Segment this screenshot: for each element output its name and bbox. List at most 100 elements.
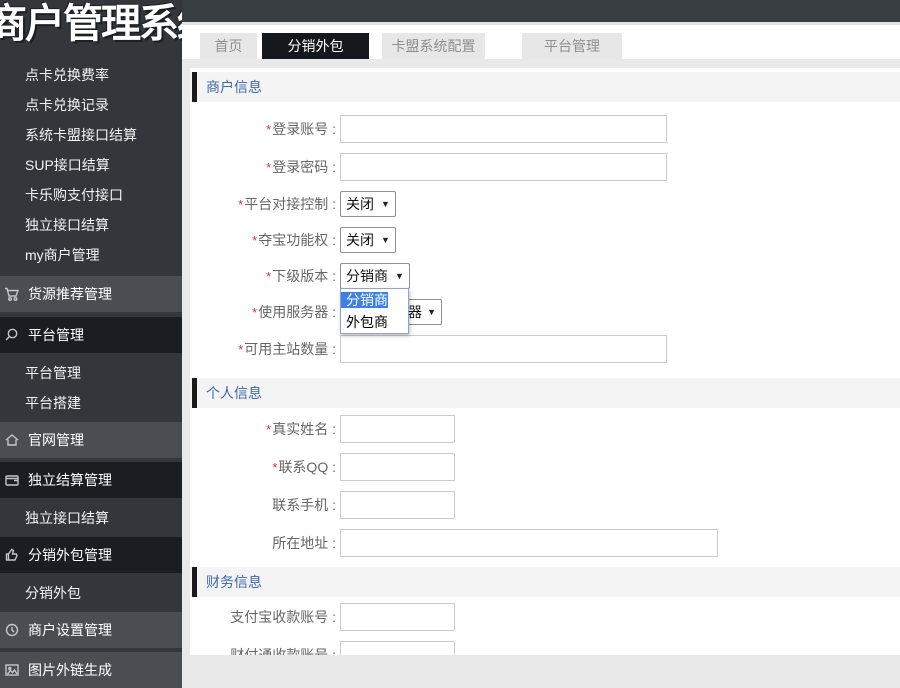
select-value: 关闭 (346, 196, 374, 212)
field-label: 财付通收款账号 : (230, 647, 336, 655)
field-label: 联系QQ : (278, 459, 336, 475)
form-row-login-password: *登录密码 : (190, 153, 900, 181)
sidebar-group-supply-recommend[interactable]: 货源推荐管理 (0, 276, 182, 312)
sidebar-item-card-exchange-records[interactable]: 点卡兑换记录 (0, 90, 182, 120)
required-marker: * (272, 460, 278, 475)
required-marker: * (266, 422, 272, 437)
select-value: 分销商 (346, 268, 388, 284)
section-title: 个人信息 (206, 385, 262, 401)
sidebar-item-independent-api-settlement[interactable]: 独立接口结算 (0, 210, 182, 240)
dropdown-option-distributor[interactable]: 分销商 (341, 292, 388, 308)
sidebar-group-platform-management[interactable]: 平台管理 (0, 317, 182, 353)
content-area: 商户信息 *登录账号 : *登录密码 : *平台对接控制 : 关闭 ▼ *夺宝功… (182, 59, 900, 688)
sidebar-group-distribution-outsourcing[interactable]: 分销外包管理 (0, 537, 182, 573)
app-logo: 商户管理系统 (0, 2, 182, 46)
sidebar-nav: 点卡兑换费率 点卡兑换记录 系统卡盟接口结算 SUP接口结算 卡乐购支付接口 独… (0, 60, 182, 688)
sidebar-group-merchant-settings[interactable]: 商户设置管理 (0, 612, 182, 648)
required-marker: * (266, 160, 272, 175)
form-row-sub-version: *下级版本 : 分销商 ▼ 分销商 外包商 (190, 263, 900, 334)
sidebar-group-official-site[interactable]: 官网管理 (0, 422, 182, 458)
tab-home[interactable]: 首页 (200, 33, 257, 59)
sidebar-item-kalegou-payment-api[interactable]: 卡乐购支付接口 (0, 180, 182, 210)
tab-kameng-system-config[interactable]: 卡盟系统配置 (382, 33, 485, 59)
field-label: 使用服务器 : (258, 304, 336, 320)
form-row-server-in-use: *使用服务器 : 服务器 ▼ (190, 299, 900, 325)
sub-version-dropdown-list: 分销商 外包商 (340, 288, 409, 334)
address-input[interactable] (340, 529, 718, 557)
sidebar-item-my-merchant-management[interactable]: my商户管理 (0, 240, 182, 270)
tab-strip: 首页 分销外包 卡盟系统配置 平台管理 (182, 22, 900, 59)
cart-icon (4, 286, 25, 302)
form-row-real-name: *真实姓名 : (190, 415, 900, 443)
section-accent-bar (192, 72, 197, 102)
search-icon (4, 327, 25, 343)
required-marker: * (238, 197, 244, 212)
form-row-treasure-function: *夺宝功能权 : 关闭 ▼ (190, 227, 900, 253)
form-panel: 商户信息 *登录账号 : *登录密码 : *平台对接控制 : 关闭 ▼ *夺宝功… (190, 68, 900, 655)
section-accent-bar (192, 378, 197, 408)
chevron-down-icon: ▼ (427, 307, 436, 317)
sidebar-group-image-link-generator[interactable]: 图片外链生成 (0, 652, 182, 688)
select-value: 关闭 (346, 232, 374, 248)
field-label: 登录账号 : (272, 121, 336, 137)
chevron-down-icon: ▼ (381, 199, 390, 209)
sidebar-item-card-exchange-rate[interactable]: 点卡兑换费率 (0, 60, 182, 90)
required-marker: * (252, 233, 258, 248)
sidebar-item-platform-management[interactable]: 平台管理 (0, 358, 182, 388)
login-account-input[interactable] (340, 115, 667, 143)
chevron-down-icon: ▼ (395, 271, 404, 281)
sidebar-group-label: 商户设置管理 (28, 622, 112, 638)
tab-distribution-outsourcing[interactable]: 分销外包 (262, 33, 369, 59)
real-name-input[interactable] (340, 415, 455, 443)
platform-docking-select[interactable]: 关闭 ▼ (340, 191, 396, 217)
dropdown-option-outsourcer[interactable]: 外包商 (341, 314, 388, 330)
treasure-function-select[interactable]: 关闭 ▼ (340, 227, 396, 253)
sidebar-item-sup-api-settlement[interactable]: SUP接口结算 (0, 150, 182, 180)
sidebar-item-system-kameng-api-settlement[interactable]: 系统卡盟接口结算 (0, 120, 182, 150)
section-title: 财务信息 (206, 574, 262, 590)
section-title: 商户信息 (206, 79, 262, 95)
sidebar-item-distribution-outsourcing[interactable]: 分销外包 (0, 578, 182, 608)
clock-icon (4, 622, 25, 638)
field-label: 登录密码 : (272, 159, 336, 175)
form-row-alipay-account: 支付宝收款账号 : (190, 603, 900, 631)
sub-version-select[interactable]: 分销商 ▼ (340, 263, 410, 289)
thumbs-up-icon (4, 547, 25, 563)
sidebar: 商户管理系统 点卡兑换费率 点卡兑换记录 系统卡盟接口结算 SUP接口结算 卡乐… (0, 0, 182, 688)
required-marker: * (266, 269, 272, 284)
login-password-input[interactable] (340, 153, 667, 181)
field-label: 可用主站数量 : (244, 341, 336, 357)
form-row-contact-qq: *联系QQ : (190, 453, 900, 481)
required-marker: * (252, 305, 258, 320)
sidebar-item-independent-api-settlement-sub[interactable]: 独立接口结算 (0, 503, 182, 533)
field-label: 联系手机 : (272, 497, 336, 513)
sidebar-group-label: 独立结算管理 (28, 472, 112, 488)
top-bar (182, 0, 900, 22)
contact-phone-input[interactable] (340, 491, 455, 519)
sidebar-group-independent-settlement[interactable]: 独立结算管理 (0, 462, 182, 498)
home-icon (4, 432, 25, 448)
wallet-icon (4, 472, 25, 488)
form-row-tenpay-account: 财付通收款账号 : (190, 641, 900, 655)
section-header-finance-info: 财务信息 (190, 567, 900, 597)
sidebar-group-label: 官网管理 (28, 432, 84, 448)
sidebar-item-platform-setup[interactable]: 平台搭建 (0, 388, 182, 418)
sidebar-group-label: 平台管理 (28, 327, 84, 343)
contact-qq-input[interactable] (340, 453, 455, 481)
tenpay-account-input[interactable] (340, 641, 455, 655)
field-label: 支付宝收款账号 : (230, 609, 336, 625)
form-row-platform-docking-control: *平台对接控制 : 关闭 ▼ (190, 191, 900, 217)
required-marker: * (266, 122, 272, 137)
section-header-merchant-info: 商户信息 (190, 72, 900, 102)
required-marker: * (238, 342, 244, 357)
field-label: 所在地址 : (272, 535, 336, 551)
alipay-account-input[interactable] (340, 603, 455, 631)
merchant-admin-app: 商户管理系统 点卡兑换费率 点卡兑换记录 系统卡盟接口结算 SUP接口结算 卡乐… (0, 0, 900, 688)
available-main-sites-input[interactable] (340, 335, 667, 363)
form-row-contact-phone: 联系手机 : (190, 491, 900, 519)
field-label: 真实姓名 : (272, 421, 336, 437)
field-label: 夺宝功能权 : (258, 232, 336, 248)
tab-platform-management[interactable]: 平台管理 (522, 33, 622, 59)
sidebar-group-label: 图片外链生成 (28, 662, 112, 678)
section-header-personal-info: 个人信息 (190, 378, 900, 408)
